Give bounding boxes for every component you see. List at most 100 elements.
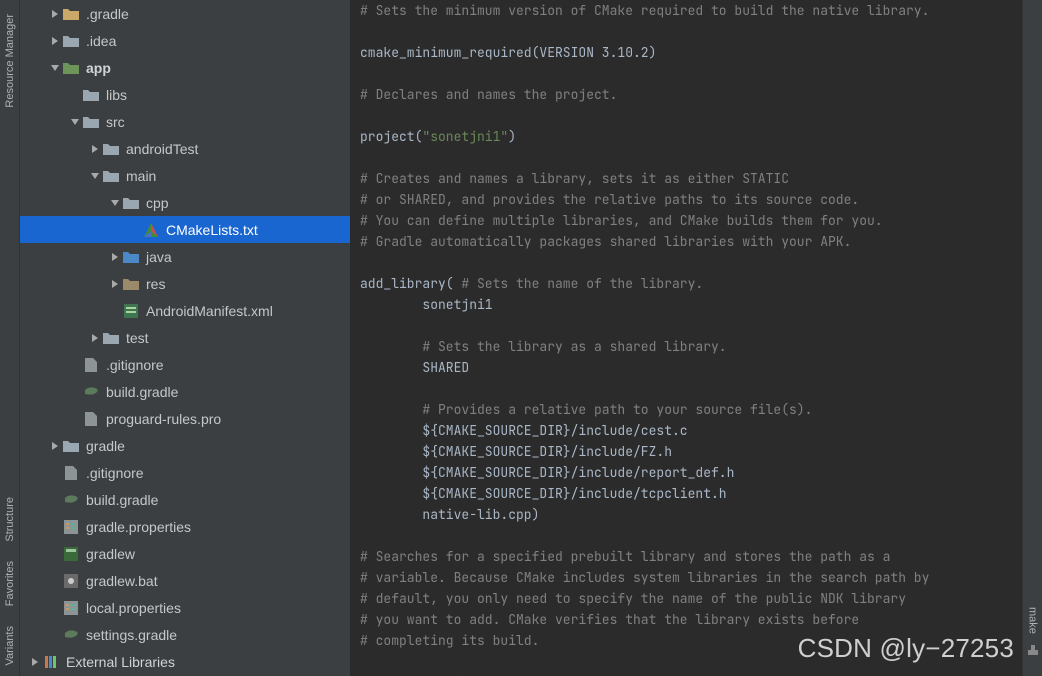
chevron-right-icon[interactable] xyxy=(108,280,122,288)
project-tree: .gradle .idea app libs src androidTest xyxy=(20,0,350,676)
file-icon xyxy=(62,464,80,482)
tree-label: libs xyxy=(106,87,127,103)
tree-label: main xyxy=(126,168,156,184)
tree-item-libs[interactable]: libs xyxy=(20,81,350,108)
tree-item-gradle-properties[interactable]: gradle.properties xyxy=(20,513,350,540)
chevron-right-icon[interactable] xyxy=(108,253,122,261)
tree-item-gitignore-root[interactable]: .gitignore xyxy=(20,459,350,486)
tree-label: AndroidManifest.xml xyxy=(146,303,273,319)
variants-tab[interactable]: Variants xyxy=(4,616,16,676)
gradle-icon xyxy=(62,491,80,509)
structure-tab[interactable]: Structure xyxy=(4,487,16,552)
shell-icon xyxy=(62,545,80,563)
manifest-icon xyxy=(122,302,140,320)
tree-label: app xyxy=(86,60,111,76)
make-tab[interactable]: make xyxy=(1027,601,1039,640)
chevron-right-icon[interactable] xyxy=(48,10,62,18)
favorites-label: Favorites xyxy=(4,561,16,606)
tree-item-gradle-folder[interactable]: gradle xyxy=(20,432,350,459)
properties-icon xyxy=(62,599,80,617)
chevron-right-icon[interactable] xyxy=(48,442,62,450)
tree-item-res[interactable]: res xyxy=(20,270,350,297)
folder-icon xyxy=(62,437,80,455)
tree-item-gradlew[interactable]: gradlew xyxy=(20,540,350,567)
tree-label: java xyxy=(146,249,172,265)
right-tool-strip: make xyxy=(1022,0,1042,676)
variants-label: Variants xyxy=(4,626,16,666)
tree-item-idea[interactable]: .idea xyxy=(20,27,350,54)
tree-item-build-gradle[interactable]: build.gradle xyxy=(20,378,350,405)
editor-pane[interactable]: # Sets the minimum version of CMake requ… xyxy=(350,0,1042,676)
bat-icon xyxy=(62,572,80,590)
chevron-down-icon[interactable] xyxy=(68,118,82,126)
cmake-icon xyxy=(142,221,160,239)
tree-label: local.properties xyxy=(86,600,181,616)
tree-label: External Libraries xyxy=(66,654,175,670)
tree-item-gradlew-bat[interactable]: gradlew.bat xyxy=(20,567,350,594)
file-icon xyxy=(82,410,100,428)
tree-label: res xyxy=(146,276,165,292)
folder-icon xyxy=(82,113,100,131)
tree-item-external-libs[interactable]: External Libraries xyxy=(20,648,350,675)
tree-label: gradlew xyxy=(86,546,135,562)
folder-icon xyxy=(102,140,120,158)
code-block[interactable]: # Sets the minimum version of CMake requ… xyxy=(360,0,1020,676)
chevron-down-icon[interactable] xyxy=(48,64,62,72)
tree-label: build.gradle xyxy=(106,384,178,400)
tree-item-androidtest[interactable]: androidTest xyxy=(20,135,350,162)
folder-icon xyxy=(122,194,140,212)
file-icon xyxy=(82,356,100,374)
resource-manager-tab[interactable]: Resource Manager xyxy=(4,4,16,118)
folder-icon xyxy=(102,329,120,347)
tree-label: src xyxy=(106,114,125,130)
library-icon xyxy=(42,653,60,671)
tree-item-src[interactable]: src xyxy=(20,108,350,135)
folder-icon xyxy=(102,167,120,185)
build-icon[interactable] xyxy=(1027,644,1039,656)
tree-label: settings.gradle xyxy=(86,627,177,643)
tree-item-proguard[interactable]: proguard-rules.pro xyxy=(20,405,350,432)
tree-label: gradlew.bat xyxy=(86,573,158,589)
chevron-down-icon[interactable] xyxy=(88,172,102,180)
tree-item-test[interactable]: test xyxy=(20,324,350,351)
project-tree-panel[interactable]: .gradle .idea app libs src androidTest xyxy=(20,0,350,676)
chevron-down-icon[interactable] xyxy=(108,199,122,207)
tree-label: gradle.properties xyxy=(86,519,191,535)
tree-label: proguard-rules.pro xyxy=(106,411,221,427)
chevron-right-icon[interactable] xyxy=(88,145,102,153)
tree-label: .gradle xyxy=(86,6,129,22)
folder-icon xyxy=(62,32,80,50)
tree-label: CMakeLists.txt xyxy=(166,222,258,238)
tree-item-manifest[interactable]: AndroidManifest.xml xyxy=(20,297,350,324)
tree-item-settings-gradle[interactable]: settings.gradle xyxy=(20,621,350,648)
gradle-icon xyxy=(82,383,100,401)
tree-item-gradle-dir[interactable]: .gradle xyxy=(20,0,350,27)
folder-icon xyxy=(62,5,80,23)
chevron-right-icon[interactable] xyxy=(48,37,62,45)
left-tool-strip: Resource Manager Structure Favorites Var… xyxy=(0,0,20,676)
tree-label: .idea xyxy=(86,33,116,49)
tree-label: cpp xyxy=(146,195,169,211)
tree-item-build-gradle-root[interactable]: build.gradle xyxy=(20,486,350,513)
tree-item-cmakelists[interactable]: CMakeLists.txt xyxy=(20,216,350,243)
folder-icon xyxy=(82,86,100,104)
properties-icon xyxy=(62,518,80,536)
tree-item-java[interactable]: java xyxy=(20,243,350,270)
tree-label: .gitignore xyxy=(86,465,144,481)
favorites-tab[interactable]: Favorites xyxy=(4,551,16,616)
tree-item-gitignore[interactable]: .gitignore xyxy=(20,351,350,378)
folder-icon xyxy=(122,275,140,293)
tree-item-cpp[interactable]: cpp xyxy=(20,189,350,216)
gradle-icon xyxy=(62,626,80,644)
tree-label: test xyxy=(126,330,149,346)
tree-item-app[interactable]: app xyxy=(20,54,350,81)
tree-item-local-properties[interactable]: local.properties xyxy=(20,594,350,621)
editor-content[interactable]: # Sets the minimum version of CMake requ… xyxy=(350,0,1030,676)
chevron-right-icon[interactable] xyxy=(28,658,42,666)
tree-item-main[interactable]: main xyxy=(20,162,350,189)
tree-label: build.gradle xyxy=(86,492,158,508)
tree-label: .gitignore xyxy=(106,357,164,373)
folder-icon xyxy=(122,248,140,266)
tree-label: androidTest xyxy=(126,141,198,157)
chevron-right-icon[interactable] xyxy=(88,334,102,342)
